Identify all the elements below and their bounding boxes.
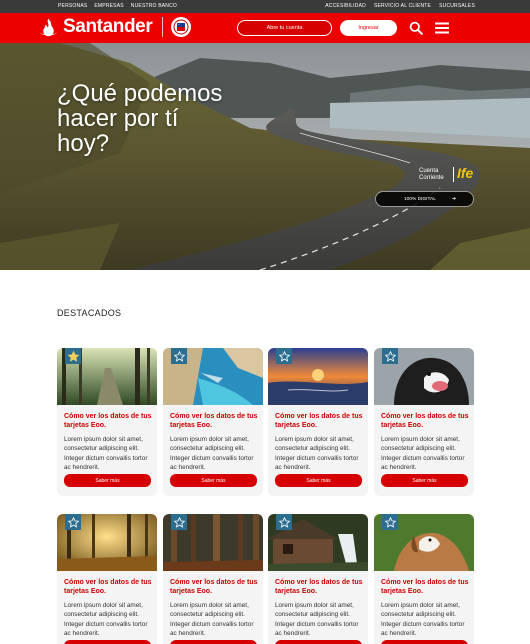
hero-headline: ¿Qué podemos hacer por tí hoy? [57,80,223,157]
favorite-star-button[interactable] [382,348,398,364]
favorite-star-button[interactable] [171,348,187,364]
arrow-right-icon: ➔ [451,196,456,202]
card-title[interactable]: Cómo ver los datos de tus tarjetas Eoo. [64,578,152,596]
saber-mas-button[interactable]: Saber más [170,474,257,487]
card-title[interactable]: Cómo ver los datos de tus tarjetas Eoo. [381,412,469,430]
segment-links: PERSONAS EMPRESAS NUESTRO BANCO [58,3,177,9]
featured-card: Cómo ver los datos de tus tarjetas Eoo. … [268,348,368,496]
card-description: Lorem ipsum dolor sit amet, consectetur … [170,602,254,637]
digital-cta-label: 100% DIGITAL [404,196,436,202]
chile-seal-icon [171,17,192,37]
saber-mas-button[interactable]: Saber más [381,640,468,644]
card-description: Lorem ipsum dolor sit amet, consectetur … [64,436,148,471]
featured-card: Cómo ver los datos de tus tarjetas Eoo. … [268,514,368,644]
service-links: ACCESIBILIDAD SERVICIO AL CLIENTE SUCURS… [325,3,475,9]
featured-card: Cómo ver los datos de tus tarjetas Eoo. … [374,348,474,496]
card-title[interactable]: Cómo ver los datos de tus tarjetas Eoo. [170,412,258,430]
card-title[interactable]: Cómo ver los datos de tus tarjetas Eoo. [275,578,363,596]
card-title[interactable]: Cómo ver los datos de tus tarjetas Eoo. [381,578,469,596]
utility-bar: PERSONAS EMPRESAS NUESTRO BANCO ACCESIBI… [0,0,530,13]
card-description: Lorem ipsum dolor sit amet, consectetur … [275,602,359,637]
link-servicio-cliente[interactable]: SERVICIO AL CLIENTE [374,3,431,9]
favorite-star-button[interactable] [65,348,81,364]
star-icon [278,350,290,362]
favorite-star-button[interactable] [171,514,187,530]
star-icon [384,350,396,362]
saber-mas-button[interactable]: Saber más [381,474,468,487]
saber-mas-button[interactable]: Saber más [64,640,151,644]
link-personas[interactable]: PERSONAS [58,3,87,9]
star-icon [67,516,79,528]
hero-banner: ¿Qué podemos hacer por tí hoy? Cuenta Co… [0,43,530,270]
login-button[interactable]: Ingresar [340,20,397,36]
menu-icon[interactable] [435,21,449,35]
link-empresas[interactable]: EMPRESAS [94,3,123,9]
saber-mas-button[interactable]: Saber más [170,640,257,644]
featured-card: Cómo ver los datos de tus tarjetas Eoo. … [163,348,263,496]
card-description: Lorem ipsum dolor sit amet, consectetur … [170,436,254,471]
cuenta-corriente-tag: Cuenta Corriente [419,168,444,182]
open-account-button[interactable]: Abre tu cuenta [237,20,332,36]
link-accesibilidad[interactable]: ACCESIBILIDAD [325,3,366,9]
digital-cta-button[interactable]: 100% DIGITAL ➔ [375,191,474,207]
card-description: Lorem ipsum dolor sit amet, consectetur … [381,436,465,471]
saber-mas-button[interactable]: Saber más [275,474,362,487]
featured-card: Cómo ver los datos de tus tarjetas Eoo. … [57,348,157,496]
brand-logo[interactable]: Santander [38,16,192,38]
saber-mas-button[interactable]: Saber más [64,474,151,487]
featured-card: Cómo ver los datos de tus tarjetas Eoo. … [57,514,157,644]
card-description: Lorem ipsum dolor sit amet, consectetur … [381,602,465,637]
santander-flame-icon [39,18,58,36]
ife-logo: Ife [457,165,474,181]
star-icon [278,516,290,528]
cuenta-tag-line2: Corriente [419,175,444,181]
star-icon [173,516,185,528]
brand-divider [162,17,164,37]
favorite-star-button[interactable] [276,348,292,364]
link-sucursales[interactable]: SUCURSALES [439,3,475,9]
cuenta-tag-line1: Cuenta [419,168,439,174]
tag-separator [453,167,454,182]
star-icon [173,350,185,362]
card-description: Lorem ipsum dolor sit amet, consectetur … [275,436,359,471]
card-title[interactable]: Cómo ver los datos de tus tarjetas Eoo. [275,412,363,430]
star-icon [384,516,396,528]
card-description: Lorem ipsum dolor sit amet, consectetur … [64,602,148,637]
search-icon[interactable] [409,21,423,35]
link-nuestro-banco[interactable]: NUESTRO BANCO [131,3,177,9]
main-header: Santander Abre tu cuenta Ingresar [0,13,530,43]
card-title[interactable]: Cómo ver los datos de tus tarjetas Eoo. [170,578,258,596]
favorite-star-button[interactable] [65,514,81,530]
favorite-star-button[interactable] [276,514,292,530]
card-title[interactable]: Cómo ver los datos de tus tarjetas Eoo. [64,412,152,430]
star-icon [67,350,79,362]
favorite-star-button[interactable] [382,514,398,530]
featured-card: Cómo ver los datos de tus tarjetas Eoo. … [374,514,474,644]
section-title-destacados: DESTACADOS [57,308,122,318]
brand-wordmark: Santander [63,16,153,37]
saber-mas-button[interactable]: Saber más [275,640,362,644]
featured-card: Cómo ver los datos de tus tarjetas Eoo. … [163,514,263,644]
